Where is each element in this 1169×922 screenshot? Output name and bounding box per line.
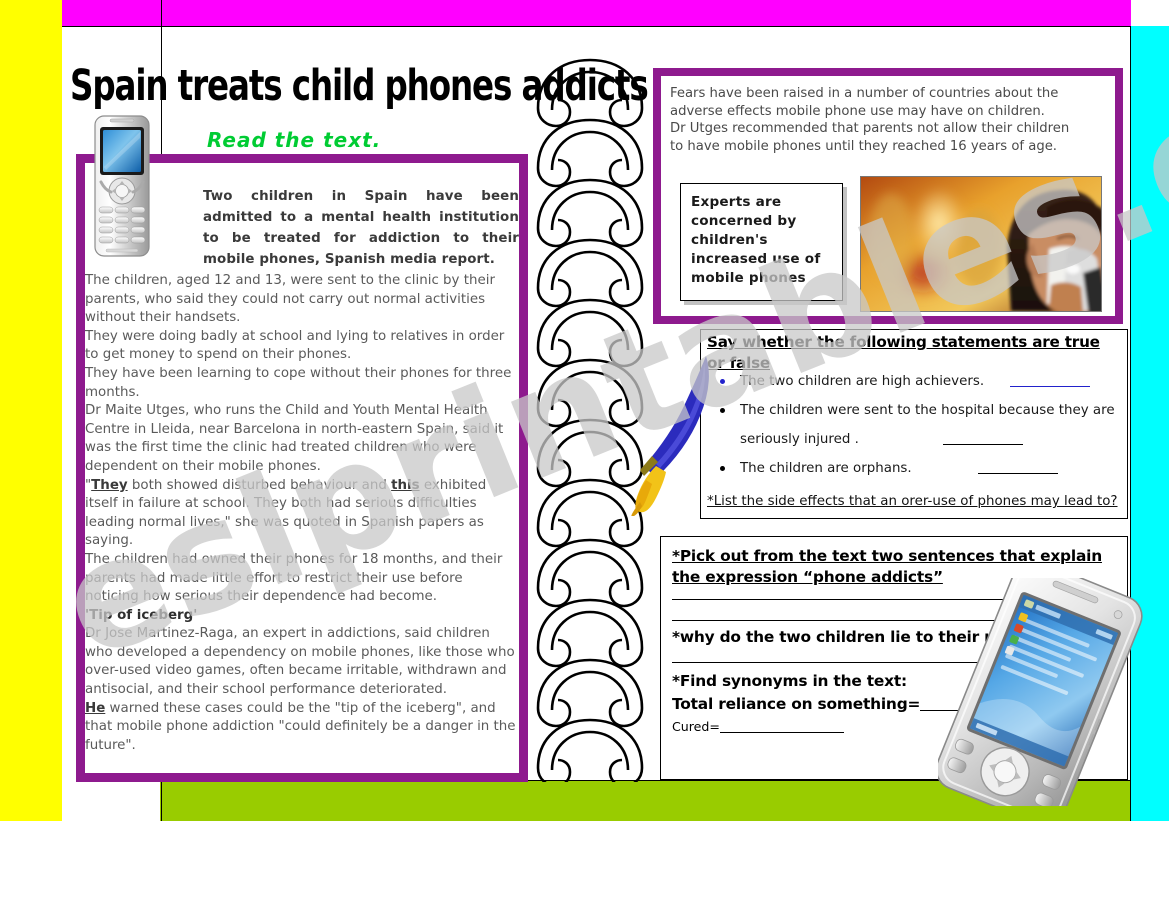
news-text: Fears have been raised in a number of co… [670,85,1110,155]
final-rest: warned these cases could be the "tip of … [85,700,516,753]
article-paragraph: They have been learning to cope without … [85,365,512,400]
mobile-phone-icon [94,115,150,257]
article-paragraph: The children, aged 12 and 13, were sent … [85,273,495,326]
article-paragraph: Dr Maite Utges, who runs the Child and Y… [85,403,504,474]
page-title: Spain treats child phones addicts [70,62,649,111]
news-line: Dr Utges recommended that parents not al… [670,121,1070,137]
article-paragraph: They were doing badly at school and lyin… [85,328,505,363]
bullet-icon [720,408,725,413]
list-item: The two children are high achievers. [712,374,1122,389]
instruction-read-the-text: Read the text. [207,128,382,152]
statement-text: The children are orphans. [740,461,912,476]
article-paragraph: Dr Jose Martinez-Raga, an expert in addi… [85,626,515,698]
news-line: to have mobile phones until they reached… [670,138,1058,154]
photo-caption-text: Experts are concerned by children's incr… [691,194,821,286]
photo-caption-box: Experts are concerned by children's incr… [680,183,843,301]
article-paragraph: The children had owned their phones for … [85,551,503,605]
true-false-heading: Say whether the following statements are… [707,333,1100,372]
article-body: The children, aged 12 and 13, were sent … [85,272,519,755]
article-subheading: 'Tip of iceberg' [85,607,198,623]
answer-blank[interactable] [1010,374,1091,387]
left-color-band [0,0,62,821]
feather-quill-icon [631,356,709,516]
worksheet-page: Spain treats child phones addicts Read t… [0,0,1169,821]
news-line: adverse effects mobile phone use may hav… [670,103,1045,119]
article-quote-paragraph: "They both showed disturbed behaviour an… [85,477,519,551]
highlight-they: They [91,477,128,493]
statement-text-cont: seriously injured . [740,432,859,447]
child-on-phone-photo [860,176,1102,312]
statement-text: The two children are high achievers. [740,374,985,389]
true-false-footer-question: *List the side effects that an orer-use … [707,494,1118,509]
answer-blank[interactable] [977,461,1058,474]
article-lead: Two children in Spain have been admitted… [203,189,519,267]
pda-smartphone-icon [938,578,1143,806]
synonym-1-label: Total reliance on something= [672,695,921,713]
synonym-2-blank[interactable] [719,720,844,733]
top-color-band [62,0,1131,26]
highlight-this: this [391,477,420,493]
news-line: Fears have been raised in a number of co… [670,86,1059,101]
statement-text: The children were sent to the hospital b… [740,403,1115,418]
list-item: The children are orphans. [712,461,1122,476]
quote-middle: both showed disturbed behaviour and [127,477,392,493]
synonym-2-label: Cured= [672,719,720,734]
question-1-line-1: *Pick out from the text two sentences th… [672,547,1102,565]
article-final-paragraph: He warned these cases could be the "tip … [85,700,519,756]
true-false-statements: The two children are high achievers. The… [712,374,1122,480]
answer-blank[interactable] [943,432,1024,445]
bullet-icon [720,379,725,384]
bullet-icon [720,466,725,471]
article-text: Two children in Spain have been admitted… [85,186,519,772]
highlight-he: He [85,700,106,716]
top-divider-rule [62,26,1131,27]
list-item: The children were sent to the hospital b… [712,403,1122,447]
